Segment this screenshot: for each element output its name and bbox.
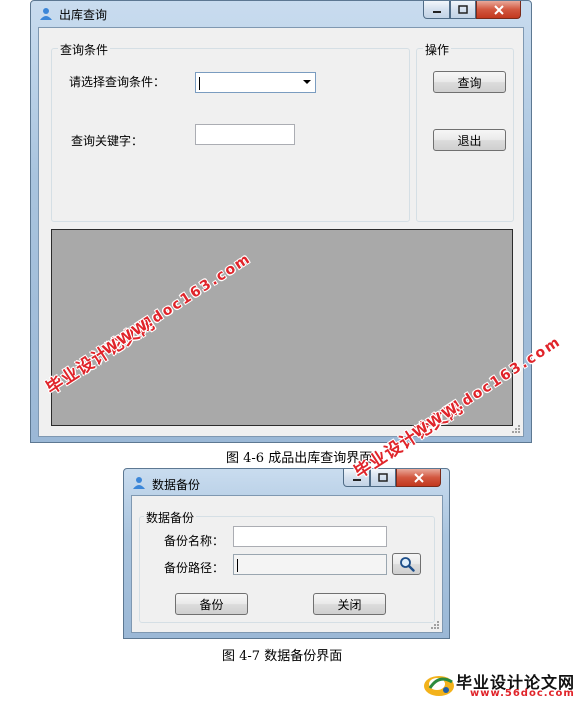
window-title: 出库查询: [59, 8, 108, 22]
group-legend: 查询条件: [58, 41, 111, 58]
query-window-titlebar[interactable]: 出库查询: [31, 1, 531, 27]
site-logo: 毕业设计论文网 www.56doc.com: [418, 668, 578, 701]
group-legend: 操作: [423, 41, 452, 58]
close-dialog-button[interactable]: 关闭: [313, 593, 386, 615]
maximize-button[interactable]: [450, 1, 476, 19]
resize-grip-icon[interactable]: [430, 620, 440, 630]
close-icon: [493, 4, 504, 15]
keyword-input[interactable]: [195, 124, 295, 145]
resize-grip-icon[interactable]: [511, 424, 521, 434]
backup-name-input[interactable]: [233, 526, 387, 547]
backup-window: 数据备份 数据备份 备份名称： 备份路径： 备份 关闭: [123, 468, 450, 639]
query-condition-group: 查询条件 请选择查询条件： 查询关键字：: [51, 41, 410, 222]
backup-window-titlebar[interactable]: 数据备份: [124, 469, 449, 495]
query-window: 出库查询 查询条件 请选择查询条件： 查询关键字： 操作 查询 退出: [30, 0, 532, 443]
condition-label: 请选择查询条件：: [69, 75, 166, 89]
browse-button[interactable]: [392, 553, 421, 575]
text-caret: [237, 559, 238, 572]
exit-button[interactable]: 退出: [433, 129, 506, 151]
backup-name-label: 备份名称：: [164, 534, 225, 548]
keyword-label: 查询关键字：: [71, 134, 144, 148]
user-icon: [133, 477, 145, 489]
search-icon: [399, 557, 415, 572]
logo-emblem-icon: [424, 676, 454, 696]
group-legend: 数据备份: [144, 509, 197, 526]
maximize-icon: [378, 472, 388, 482]
maximize-icon: [458, 4, 468, 14]
query-button[interactable]: 查询: [433, 71, 506, 93]
backup-group: 数据备份 备份名称： 备份路径： 备份 关闭: [139, 509, 435, 623]
minimize-button[interactable]: [423, 1, 450, 19]
backup-path-input[interactable]: [233, 554, 387, 575]
close-icon: [413, 472, 424, 483]
backup-button[interactable]: 备份: [175, 593, 248, 615]
query-window-client: 查询条件 请选择查询条件： 查询关键字： 操作 查询 退出: [38, 27, 524, 437]
close-button[interactable]: [396, 469, 441, 487]
chevron-down-icon[interactable]: [303, 80, 311, 84]
figure-caption-4-7: 图 4-7 数据备份界面: [222, 649, 343, 664]
condition-select[interactable]: [195, 72, 316, 93]
logo-text-url: www.56doc.com: [470, 688, 575, 699]
backup-window-client: 数据备份 备份名称： 备份路径： 备份 关闭: [131, 495, 443, 633]
text-caret: [199, 77, 200, 90]
backup-path-label: 备份路径：: [164, 561, 225, 575]
user-icon: [40, 8, 52, 20]
window-title: 数据备份: [152, 478, 201, 492]
operation-group: 操作 查询 退出: [416, 41, 514, 222]
minimize-icon: [432, 10, 441, 13]
close-button[interactable]: [476, 1, 521, 19]
